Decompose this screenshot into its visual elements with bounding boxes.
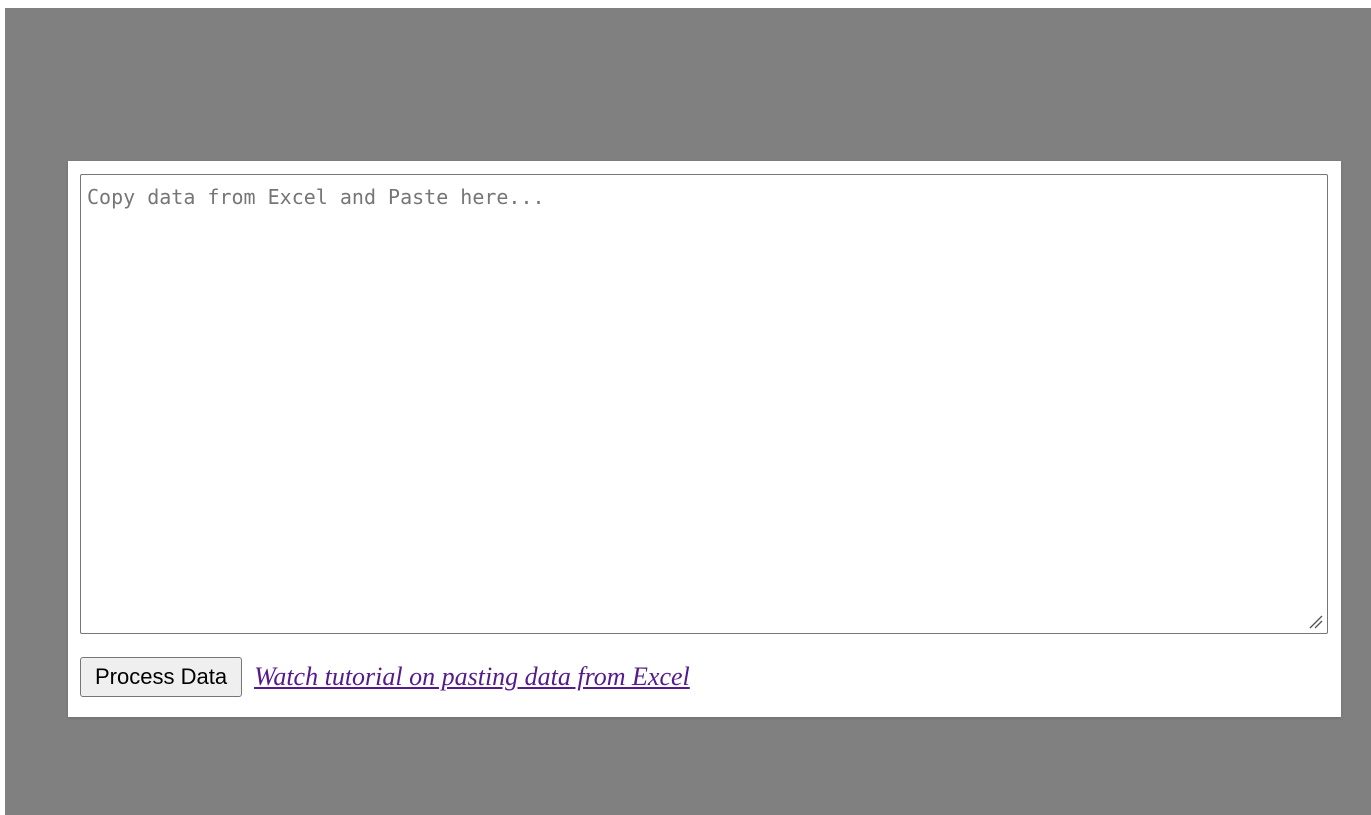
excel-data-textarea[interactable] [80,174,1328,634]
paste-data-dialog: Process Data Watch tutorial on pasting d… [68,161,1341,717]
form-actions: Process Data Watch tutorial on pasting d… [80,657,690,697]
tutorial-link[interactable]: Watch tutorial on pasting data from Exce… [254,662,690,692]
resize-grip-icon[interactable] [1304,610,1324,630]
process-data-button[interactable]: Process Data [80,657,243,697]
